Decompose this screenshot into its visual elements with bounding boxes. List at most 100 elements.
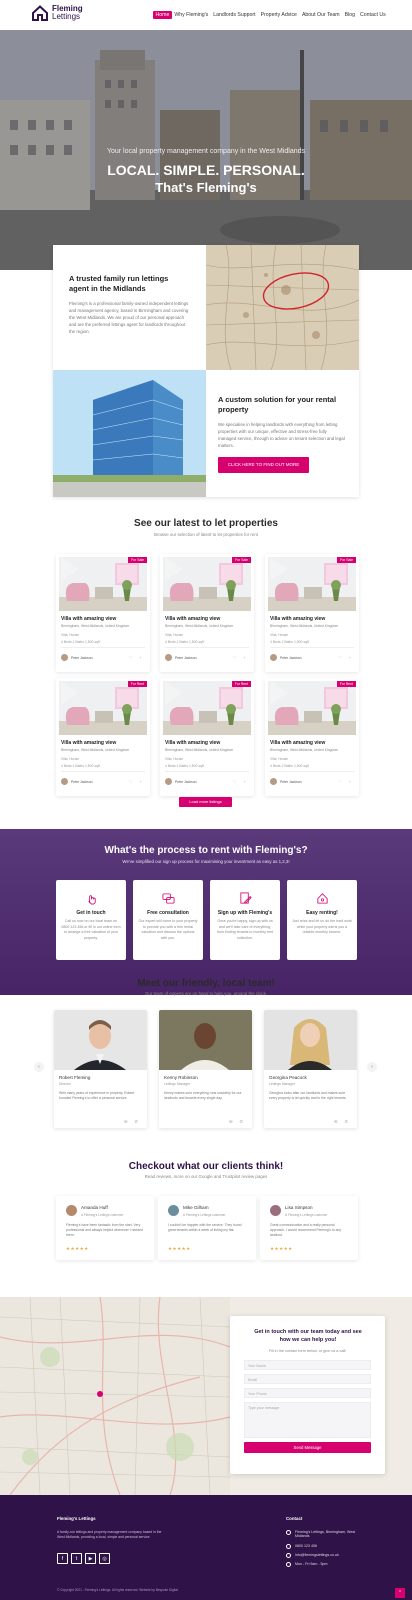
- facebook-icon[interactable]: f: [57, 1553, 68, 1564]
- nav-property-advice[interactable]: Property Advice: [258, 11, 299, 19]
- team-member-contact-icons[interactable]: ✉ ✆: [334, 1119, 351, 1124]
- team-title: Meet our friendly, local team!: [137, 978, 275, 989]
- property-address: Birmingham, West Midlands, United Kingdo…: [270, 748, 339, 752]
- star-rating: ★★★★★: [168, 1246, 191, 1251]
- property-title[interactable]: Villa with amazing view: [165, 740, 220, 746]
- property-specs: 4 Beds 2 Baths 1,500 sqft: [61, 764, 100, 768]
- house-key-icon: [317, 893, 328, 904]
- card-divider: [270, 647, 354, 648]
- nav-contact[interactable]: Contact Us: [358, 11, 389, 19]
- process-step-3: Sign up with Fleming's Once you're happy…: [210, 880, 280, 960]
- footer-address: Fleming's Lettings, Birmingham, West Mid…: [295, 1530, 356, 1538]
- process-step-title: Free consultation: [147, 910, 189, 916]
- instagram-icon[interactable]: ◎: [99, 1553, 110, 1564]
- reviewer-avatar: [66, 1205, 77, 1216]
- process-step-body: Call us now on our local team on 0800 12…: [61, 919, 121, 940]
- review-text: Great communication and a really persona…: [270, 1223, 342, 1237]
- agent-avatar: [61, 778, 68, 785]
- property-status-badge: For Rent: [336, 681, 356, 687]
- twitter-icon[interactable]: t: [71, 1553, 82, 1564]
- property-card[interactable]: For Rent Villa with amazing view Birmingha…: [265, 678, 359, 796]
- property-type: Villa, House: [270, 633, 289, 637]
- property-card[interactable]: For Sale Villa with amazing view Birmingha…: [160, 554, 254, 672]
- team-prev-arrow[interactable]: ‹: [34, 1062, 44, 1072]
- team-next-arrow[interactable]: ›: [367, 1062, 377, 1072]
- midlands-map-image: [206, 245, 359, 370]
- property-type: Villa, House: [165, 633, 184, 637]
- property-photo: [59, 681, 147, 735]
- property-title[interactable]: Villa with amazing view: [61, 740, 116, 746]
- property-action-icons[interactable]: ♡ +: [129, 655, 145, 660]
- property-card[interactable]: For Rent Villa with amazing view Birmingha…: [160, 678, 254, 796]
- reviewer-avatar: [168, 1205, 179, 1216]
- nav-home[interactable]: Home: [153, 11, 172, 19]
- nav-landlords-support[interactable]: Landlords Support: [211, 11, 258, 19]
- property-card[interactable]: For Rent Villa with amazing view Birmingha…: [56, 678, 150, 796]
- email-icon: [286, 1553, 291, 1558]
- footer-about-text: A family-run lettings and property manag…: [57, 1530, 162, 1539]
- sign-up-pen-icon: [240, 892, 252, 904]
- card-divider: [165, 771, 249, 772]
- property-card[interactable]: For Sale Villa with amazing view Birmingha…: [265, 554, 359, 672]
- process-step-body: Once you're happy, sign up with us and w…: [216, 919, 274, 940]
- team-member-bio: With many years of experience in propert…: [59, 1091, 135, 1100]
- team-member-photo: [159, 1010, 252, 1070]
- reviewer-name: Mike Gilham: [183, 1205, 209, 1210]
- main-nav: Home Why Fleming's Landlords Support Pro…: [153, 11, 388, 19]
- clock-icon: [286, 1562, 291, 1567]
- property-title[interactable]: Villa with amazing view: [165, 616, 220, 622]
- property-card[interactable]: For Sale Villa with amazing view Birmingha…: [56, 554, 150, 672]
- card-divider: [165, 647, 249, 648]
- property-address: Birmingham, West Midlands, United Kingdo…: [61, 748, 130, 752]
- property-action-icons[interactable]: ♡ +: [129, 779, 145, 784]
- intro-text-block-2: A custom solution for your rental proper…: [218, 395, 346, 473]
- testimonials-subtitle: Read reviews, more on our Google and Tru…: [144, 1174, 268, 1179]
- property-title[interactable]: Villa with amazing view: [61, 616, 116, 622]
- property-photo: [268, 681, 356, 735]
- contact-form-card: Get in touch with our team today and see…: [230, 1316, 385, 1474]
- nav-about-team[interactable]: About Our Team: [299, 11, 342, 19]
- footer-phone[interactable]: 0800 123 456: [295, 1544, 317, 1548]
- contact-subtitle: Fill in the contact form below, or give …: [268, 1349, 347, 1353]
- team-member-role: Lettings Manager: [164, 1082, 191, 1086]
- properties-title: See our latest to let properties: [134, 518, 278, 529]
- message-field[interactable]: Type your message: [244, 1402, 371, 1438]
- touch-hand-icon: [88, 895, 96, 905]
- process-step-4: Easy renting! Just relax and let us do t…: [287, 880, 357, 960]
- scroll-to-top-button[interactable]: ⌃: [395, 1588, 405, 1598]
- property-status-badge: For Rent: [231, 681, 251, 687]
- brand-name-line2: Lettings: [52, 12, 81, 21]
- property-title[interactable]: Villa with amazing view: [270, 740, 325, 746]
- find-out-more-button[interactable]: CLICK HERE TO FIND OUT MORE: [218, 457, 309, 473]
- process-step-2: Free consultation Our expert will come t…: [133, 880, 203, 960]
- property-action-icons[interactable]: ♡ +: [233, 655, 249, 660]
- property-status-badge: For Sale: [232, 557, 251, 563]
- nav-blog[interactable]: Blog: [342, 11, 357, 19]
- team-member-card: Kenny Robinson Lettings Manager Kenny ma…: [159, 1010, 252, 1128]
- review-text: I couldn't be happier with the service. …: [168, 1223, 242, 1232]
- youtube-icon[interactable]: ▶: [85, 1553, 96, 1564]
- brand-logo[interactable]: Fleming Lettings: [32, 5, 83, 21]
- property-action-icons[interactable]: ♡ +: [338, 655, 354, 660]
- phone-field[interactable]: Your Phone: [244, 1388, 371, 1398]
- property-action-icons[interactable]: ♡ +: [233, 779, 249, 784]
- testimonials-title: Checkout what our clients think!: [128, 1161, 284, 1172]
- nav-why-flemings[interactable]: Why Fleming's: [172, 11, 211, 19]
- name-field[interactable]: Your Name: [244, 1360, 371, 1370]
- testimonial-card: Lisa Simpson A Fleming's Lettings custom…: [260, 1196, 358, 1260]
- property-type: Villa, House: [165, 757, 184, 761]
- property-title[interactable]: Villa with amazing view: [270, 616, 325, 622]
- process-title: What's the process to rent with Fleming'…: [104, 845, 308, 856]
- team-member-role: Lettings Manager: [269, 1082, 296, 1086]
- team-member-card: Robert Fleming Director With many years …: [54, 1010, 147, 1128]
- property-action-icons[interactable]: ♡ +: [338, 779, 354, 784]
- team-member-contact-icons[interactable]: ✉ ✆: [124, 1119, 141, 1124]
- email-field[interactable]: Email: [244, 1374, 371, 1384]
- load-more-button[interactable]: Load more listings: [179, 797, 232, 807]
- house-logo-icon: [32, 5, 48, 21]
- card-divider: [61, 647, 145, 648]
- send-message-button[interactable]: Send Message: [244, 1442, 371, 1453]
- star-rating: ★★★★★: [66, 1246, 89, 1251]
- team-member-contact-icons[interactable]: ✉ ✆: [229, 1119, 246, 1124]
- footer-email[interactable]: info@flemingslettings.co.uk: [295, 1553, 339, 1557]
